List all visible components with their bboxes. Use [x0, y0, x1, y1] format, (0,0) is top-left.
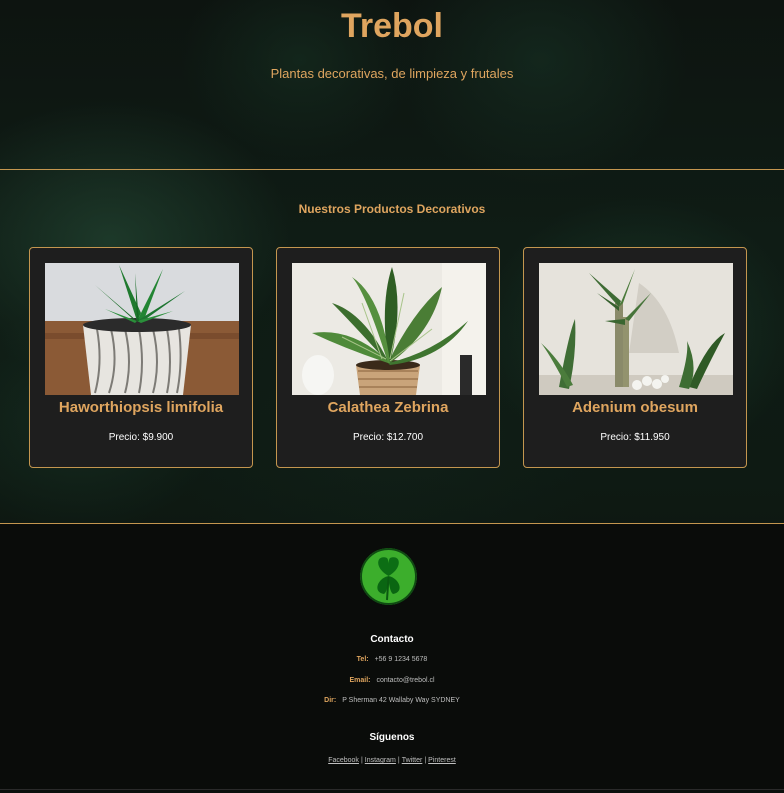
product-image-adenium — [539, 263, 733, 395]
products-heading: Nuestros Productos Decorativos — [298, 202, 486, 216]
instagram-link[interactable]: Instagram — [365, 757, 396, 764]
facebook-link[interactable]: Facebook — [328, 757, 359, 764]
pinterest-link[interactable]: Pinterest — [428, 757, 456, 764]
twitter-link[interactable]: Twitter — [402, 757, 423, 764]
site-title: Trebol — [340, 7, 444, 45]
phone-value: +56 9 1234 5678 — [374, 656, 428, 663]
site-header: Trebol Plantas decorativas, de limpieza … — [0, 0, 784, 170]
address-label: Dir: — [324, 697, 337, 704]
contact-heading: Contacto — [370, 634, 414, 645]
product-image-haworthiopsis — [45, 263, 239, 395]
product-name: Haworthiopsis limifolia — [58, 399, 224, 416]
email-label: Email: — [349, 677, 371, 684]
product-name: Calathea Zebrina — [327, 399, 449, 416]
phone-label: Tel: — [356, 656, 369, 663]
product-card-haworthiopsis[interactable]: Haworthiopsis limifolia Precio: $9.900 — [29, 247, 253, 468]
product-price: Precio: $9.900 — [108, 432, 174, 443]
address-value: P Sherman 42 Wallaby Way SYDNEY — [342, 697, 460, 704]
social-links: Facebook | Instagram | Twitter | Pinterest — [328, 757, 456, 764]
products-section: Nuestros Productos Decorativos Haworthio… — [0, 170, 784, 524]
product-card-calathea[interactable]: Calathea Zebrina Precio: $12.700 — [276, 247, 500, 468]
product-price: Precio: $12.700 — [352, 432, 424, 443]
email-value: contacto@trebol.cl — [376, 677, 435, 684]
site-subtitle: Plantas decorativas, de limpieza y fruta… — [270, 66, 514, 81]
contact-address: Dir: P Sherman 42 Wallaby Way SYDNEY — [0, 697, 784, 704]
contact-phone: Tel: +56 9 1234 5678 — [0, 656, 784, 663]
clover-logo-icon — [360, 548, 417, 605]
follow-heading: Síguenos — [369, 732, 415, 743]
product-name: Adenium obesum — [572, 399, 698, 416]
product-card-adenium[interactable]: Adenium obesum Precio: $11.950 — [523, 247, 747, 468]
site-footer: Contacto Tel: +56 9 1234 5678 Email: con… — [0, 524, 784, 790]
product-image-calathea — [292, 263, 486, 395]
contact-email: Email: contacto@trebol.cl — [0, 677, 784, 684]
product-price: Precio: $11.950 — [600, 432, 670, 443]
